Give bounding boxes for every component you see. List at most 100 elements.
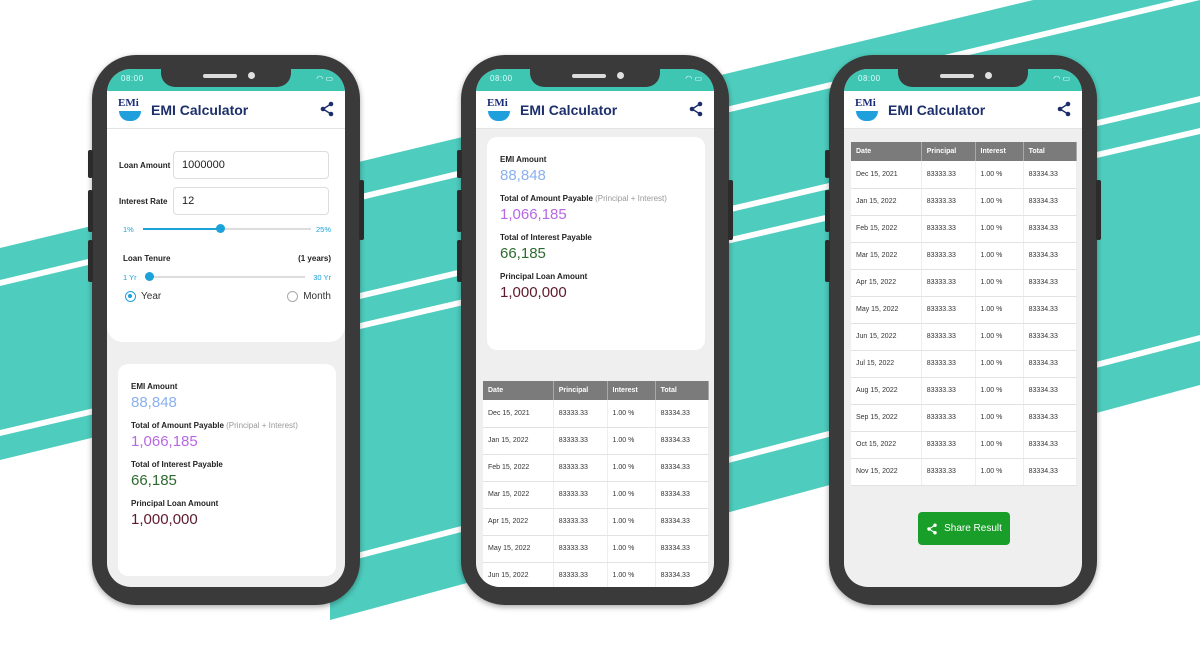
table-cell: 83333.33 (921, 242, 976, 270)
column-header: Total (655, 381, 709, 400)
schedule-table-wrap[interactable]: Date Principal Interest Total Dec 15, 2021 83… (851, 142, 1078, 486)
total-interest-label: Total of Interest Payable (500, 233, 592, 242)
table-cell: 83334.33 (1023, 431, 1078, 459)
total-payable-value: 1,066,185 (500, 206, 567, 223)
share-icon[interactable] (1056, 101, 1072, 117)
table-cell: 1.00 % (975, 296, 1024, 324)
app-bar: EMi EMI Calculator (107, 91, 345, 129)
share-result-button[interactable]: Share Result (918, 512, 1010, 545)
interest-rate-label: Interest Rate (119, 196, 168, 206)
table-row: Apr 15, 2022 83333.33 1.00 % 83334.33 (851, 269, 1078, 297)
table-cell: 1.00 % (975, 188, 1024, 216)
total-payable-label: Total of Amount Payable (Principal + Int… (500, 194, 667, 203)
app-title: EMI Calculator (520, 101, 618, 118)
table-header-row: Date Principal Interest Total (483, 381, 709, 400)
year-radio[interactable]: Year (125, 291, 161, 302)
column-header: Interest (975, 142, 1024, 161)
emi-amount-label: EMI Amount (131, 382, 178, 391)
app-logo: EMi (854, 97, 880, 123)
table-row: Feb 15, 2022 83333.33 1.00 % 83334.33 (851, 215, 1078, 243)
table-cell: 83333.33 (553, 481, 608, 509)
table-cell: Dec 15, 2021 (851, 161, 922, 189)
table-cell: 83333.33 (921, 269, 976, 297)
table-cell: 1.00 % (607, 427, 656, 455)
schedule-table-wrap[interactable]: Date Principal Interest Total Dec 15, 2021 83… (483, 381, 709, 587)
table-cell: 83333.33 (921, 323, 976, 351)
wifi-battery-icons: ◠ ▭ (1053, 74, 1070, 83)
share-icon[interactable] (688, 101, 704, 117)
table-cell: 1.00 % (607, 508, 656, 536)
radio-empty-icon (287, 291, 299, 302)
table-header-row: Date Principal Interest Total (851, 142, 1078, 161)
table-cell: 1.00 % (975, 404, 1024, 432)
loan-tenure-value: (1 years) (298, 254, 331, 263)
radio-selected-icon (125, 291, 136, 302)
table-row: Mar 15, 2022 83333.33 1.00 % 83334.33 (851, 242, 1078, 270)
table-cell: 83334.33 (655, 562, 709, 587)
results-card: EMI Amount 88,848 Total of Amount Payabl… (118, 364, 336, 576)
table-cell: 83333.33 (553, 535, 608, 563)
month-radio[interactable]: Month (287, 291, 331, 302)
table-cell: Feb 15, 2022 (483, 454, 554, 482)
table-cell: 83334.33 (1023, 269, 1078, 297)
table-cell: Mar 15, 2022 (851, 242, 922, 270)
table-cell: 83333.33 (921, 188, 976, 216)
table-cell: 1.00 % (975, 377, 1024, 405)
table-cell: 83334.33 (1023, 215, 1078, 243)
screen-calculator: 08:00 ◠ ▭ EMi EMI Calculator Loan Amount… (107, 69, 345, 587)
table-cell: 1.00 % (975, 458, 1024, 486)
share-icon[interactable] (319, 101, 335, 117)
table-cell: Apr 15, 2022 (851, 269, 922, 297)
loan-tenure-slider[interactable] (145, 270, 305, 284)
table-cell: Jun 15, 2022 (483, 562, 554, 587)
loan-amount-label: Loan Amount (119, 160, 171, 170)
table-row: Jun 15, 2022 83333.33 1.00 % 83334.33 (851, 323, 1078, 351)
interest-rate-row: Interest Rate 12 (119, 187, 329, 215)
table-cell: 83333.33 (921, 296, 976, 324)
table-cell: 83334.33 (1023, 161, 1078, 189)
input-card: Loan Amount 1000000 Interest Rate 12 1% … (107, 129, 345, 342)
table-cell: 1.00 % (975, 242, 1024, 270)
table-cell: Feb 15, 2022 (851, 215, 922, 243)
slider-thumb[interactable] (145, 272, 154, 281)
table-row: Jan 15, 2022 83333.33 1.00 % 83334.33 (851, 188, 1078, 216)
column-header: Date (483, 381, 554, 400)
table-cell: 83334.33 (1023, 188, 1078, 216)
table-cell: 83334.33 (655, 508, 709, 536)
table-cell: 83333.33 (921, 377, 976, 405)
emi-amount-value: 88,848 (131, 394, 177, 411)
table-cell: Jan 15, 2022 (483, 427, 554, 455)
table-cell: 1.00 % (607, 400, 656, 428)
table-cell: Jun 15, 2022 (851, 323, 922, 351)
interest-rate-slider[interactable] (143, 222, 311, 236)
table-cell: 83334.33 (1023, 323, 1078, 351)
screen-schedule: 08:00 ◠ ▭ EMi EMI Calculator Date Princip… (844, 69, 1082, 587)
promo-canvas: 08:00 ◠ ▭ EMi EMI Calculator Loan Amount… (0, 0, 1200, 664)
app-logo: EMi (486, 97, 512, 123)
table-cell: 83333.33 (553, 427, 608, 455)
total-interest-value: 66,185 (131, 472, 177, 489)
table-cell: 1.00 % (975, 215, 1024, 243)
interest-rate-input[interactable]: 12 (173, 187, 329, 215)
loan-tenure-label: Loan Tenure (123, 254, 171, 263)
total-payable-label: Total of Amount Payable (Principal + Int… (131, 421, 298, 430)
table-row: Dec 15, 2021 83333.33 1.00 % 83334.33 (851, 161, 1078, 189)
table-cell: Oct 15, 2022 (851, 431, 922, 459)
principal-label: Principal Loan Amount (131, 499, 219, 508)
table-cell: 1.00 % (975, 431, 1024, 459)
table-cell: 83334.33 (655, 535, 709, 563)
app-bar: EMi EMI Calculator (844, 91, 1082, 129)
table-cell: 1.00 % (975, 269, 1024, 297)
table-row: Jun 15, 2022 83333.33 1.00 % 83334.33 (483, 562, 709, 587)
loan-amount-input[interactable]: 1000000 (173, 151, 329, 179)
table-cell: 83333.33 (921, 431, 976, 459)
table-cell: May 15, 2022 (851, 296, 922, 324)
app-title: EMI Calculator (888, 101, 986, 118)
table-cell: 83333.33 (921, 350, 976, 378)
table-cell: 1.00 % (975, 323, 1024, 351)
tenure-min-label: 1 Yr (123, 273, 137, 282)
table-cell: 1.00 % (607, 454, 656, 482)
column-header: Principal (553, 381, 608, 400)
slider-thumb[interactable] (216, 224, 225, 233)
emi-amount-label: EMI Amount (500, 155, 547, 164)
